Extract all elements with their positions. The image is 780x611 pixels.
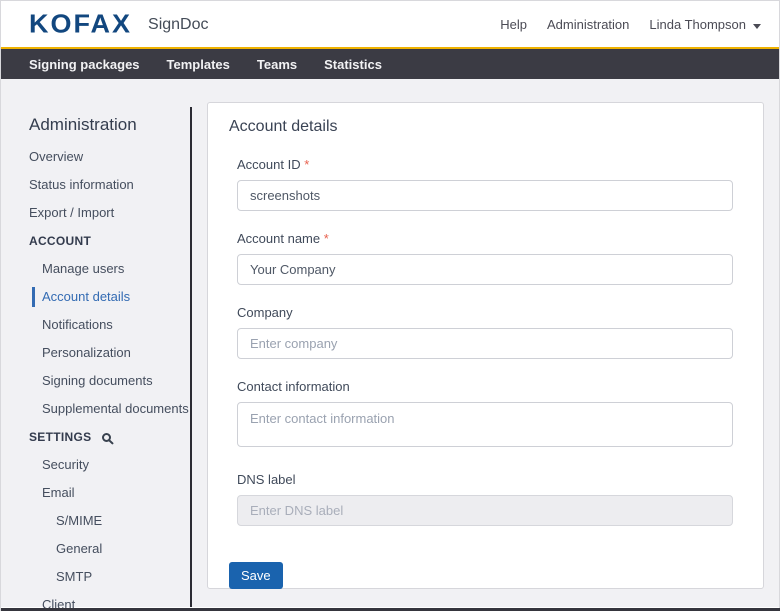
sidebar-item-s-mime[interactable]: S/MIME xyxy=(1,507,190,535)
sidebar-item-label: Signing documents xyxy=(42,373,153,388)
dns-label-input[interactable] xyxy=(237,495,733,526)
form-field-account-name: Account name * xyxy=(237,231,733,285)
nav-item-statistics[interactable]: Statistics xyxy=(324,57,382,72)
sidebar-item-status-information[interactable]: Status information xyxy=(1,171,190,199)
chevron-down-icon xyxy=(753,24,761,29)
field-label: Contact information xyxy=(237,379,733,394)
nav-item-templates[interactable]: Templates xyxy=(167,57,230,72)
content-area: Administration Overview Status informatio… xyxy=(1,79,779,607)
sidebar-item-label: Export / Import xyxy=(29,205,114,220)
field-label: Account ID * xyxy=(237,157,733,172)
search-icon[interactable] xyxy=(102,433,111,442)
sidebar-item-supplemental-documents[interactable]: Supplemental documents xyxy=(1,395,190,423)
sidebar: Administration Overview Status informatio… xyxy=(1,79,190,607)
product-name: SignDoc xyxy=(148,16,208,34)
account-details-card: Account details Account ID * Account name… xyxy=(207,102,764,589)
sidebar-item-personalization[interactable]: Personalization xyxy=(1,339,190,367)
company-input[interactable] xyxy=(237,328,733,359)
form-field-dns-label: DNS label xyxy=(237,472,733,526)
sidebar-item-security[interactable]: Security xyxy=(1,451,190,479)
sidebar-item-account-details[interactable]: Account details xyxy=(1,283,190,311)
nav-item-signing-packages[interactable]: Signing packages xyxy=(29,57,140,72)
form-field-contact-information: Contact information xyxy=(237,379,733,452)
sidebar-item-label: SETTINGS xyxy=(29,430,91,444)
contact-information-textarea[interactable] xyxy=(237,402,733,447)
main-panel: Account details Account ID * Account name… xyxy=(192,79,780,607)
account-name-input[interactable] xyxy=(237,254,733,285)
form-field-company: Company xyxy=(237,305,733,359)
sidebar-item-label: SMTP xyxy=(56,569,92,584)
sidebar-item-label: General xyxy=(56,541,102,556)
sidebar-item-manage-users[interactable]: Manage users xyxy=(1,255,190,283)
administration-link[interactable]: Administration xyxy=(547,17,629,32)
sidebar-item-overview[interactable]: Overview xyxy=(1,143,190,171)
required-asterisk: * xyxy=(301,157,310,172)
sidebar-item-settings: SETTINGS xyxy=(1,423,190,451)
sidebar-item-label: Security xyxy=(42,457,89,472)
save-button[interactable]: Save xyxy=(229,562,283,589)
main-nav: Signing packages Templates Teams Statistics xyxy=(1,49,779,79)
user-menu[interactable]: Linda Thompson xyxy=(649,17,761,32)
header-links: Help Administration Linda Thompson xyxy=(500,17,761,32)
sidebar-item-signing-documents[interactable]: Signing documents xyxy=(1,367,190,395)
sidebar-item-general[interactable]: General xyxy=(1,535,190,563)
sidebar-item-label: Personalization xyxy=(42,345,131,360)
sidebar-item-label: Email xyxy=(42,485,75,500)
sidebar-item-account: ACCOUNT xyxy=(1,227,190,255)
sidebar-item-smtp[interactable]: SMTP xyxy=(1,563,190,591)
sidebar-title: Administration xyxy=(29,115,190,135)
field-label: Account name * xyxy=(237,231,733,246)
user-name: Linda Thompson xyxy=(649,17,746,32)
sidebar-item-label: Overview xyxy=(29,149,83,164)
sidebar-item-label: S/MIME xyxy=(56,513,102,528)
nav-item-teams[interactable]: Teams xyxy=(257,57,297,72)
sidebar-item-label: Manage users xyxy=(42,261,124,276)
sidebar-item-label: Notifications xyxy=(42,317,113,332)
account-id-input[interactable] xyxy=(237,180,733,211)
help-link[interactable]: Help xyxy=(500,17,527,32)
sidebar-nav: Overview Status information Export / Impor… xyxy=(1,143,190,611)
sidebar-item-label: Account details xyxy=(42,289,130,304)
sidebar-item-email[interactable]: Email xyxy=(1,479,190,507)
field-label: Company xyxy=(237,305,733,320)
kofax-logo[interactable]: KOFAX xyxy=(29,9,132,39)
field-label: DNS label xyxy=(237,472,733,487)
sidebar-item-label: ACCOUNT xyxy=(29,234,91,248)
sidebar-item-notifications[interactable]: Notifications xyxy=(1,311,190,339)
app-header: KOFAX SignDoc Help Administration Linda … xyxy=(1,1,779,49)
page-title: Account details xyxy=(229,118,742,136)
sidebar-item-label: Status information xyxy=(29,177,134,192)
sidebar-item-label: Supplemental documents xyxy=(42,401,189,416)
form-field-account-id: Account ID * xyxy=(237,157,733,211)
account-form: Account ID * Account name * Company Contact… xyxy=(237,157,733,526)
required-asterisk: * xyxy=(320,231,329,246)
sidebar-item-export-import[interactable]: Export / Import xyxy=(1,199,190,227)
